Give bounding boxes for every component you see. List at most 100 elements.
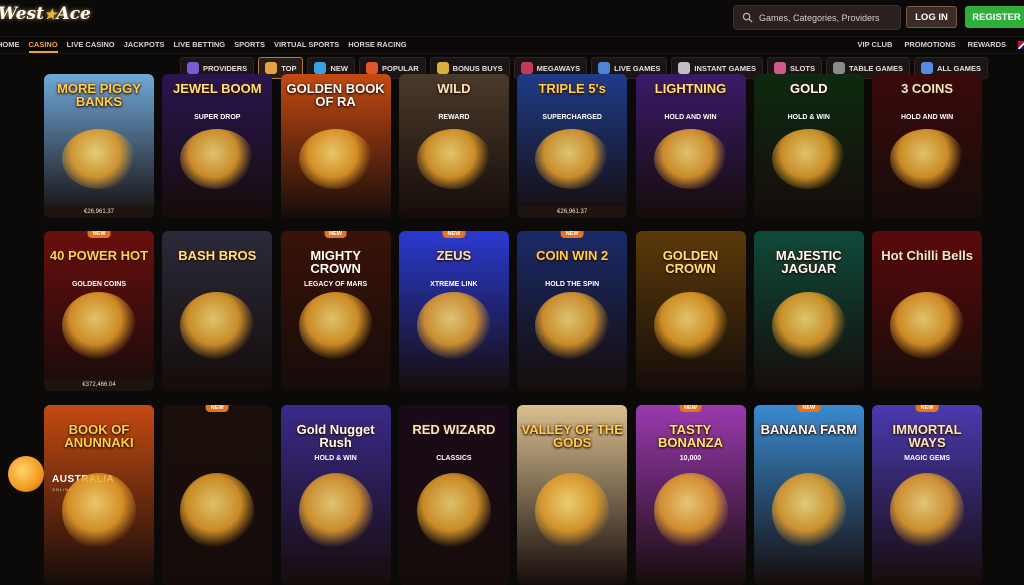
new-badge: NEW <box>797 405 821 412</box>
game-title: RED WIZARD <box>412 422 496 437</box>
game-art-image <box>298 291 373 359</box>
game-card[interactable]: NEW <box>162 405 273 585</box>
game-art-image <box>653 473 728 549</box>
nav-live-betting[interactable]: LIVE BETTING <box>173 40 225 53</box>
game-subtitle: HOLD AND WIN <box>900 114 954 121</box>
game-card[interactable]: BASH BROS <box>162 231 273 391</box>
game-card[interactable]: NEW COIN WIN 2 HOLD THE SPIN <box>517 231 628 391</box>
slots-icon <box>773 62 786 74</box>
popular-icon <box>365 62 378 74</box>
game-subtitle: CLASSICS <box>436 455 472 462</box>
game-subtitle: GOLDEN COINS <box>71 281 127 288</box>
game-title: BANANA FARM <box>760 422 857 437</box>
game-title: 3 COINS <box>901 81 954 96</box>
game-card[interactable]: NEW BANANA FARM <box>753 405 864 585</box>
nav-horse-racing[interactable]: HORSE RACING <box>348 40 406 53</box>
game-title: GOLDEN CROWN <box>662 248 719 276</box>
category-label: MEGAWAYS <box>536 63 581 73</box>
register-button[interactable]: REGISTER <box>965 6 1024 28</box>
new-badge: NEW <box>324 231 348 238</box>
game-card[interactable]: GOLDEN CROWN <box>635 231 746 391</box>
game-art-image <box>298 128 373 190</box>
game-card[interactable]: NEW 40 POWER HOT GOLDEN COINS €372,466.04 <box>44 231 154 391</box>
new-badge: NEW <box>560 231 584 238</box>
search-input[interactable] <box>759 12 899 23</box>
new-badge: NEW <box>205 405 229 412</box>
game-card[interactable]: NEW IMMORTAL WAYS MAGIC GEMS <box>872 405 983 585</box>
game-art-image <box>653 128 728 190</box>
game-title: GOLDEN BOOK OF RA <box>286 81 385 109</box>
game-card[interactable]: NEW ZEUS XTREME LINK <box>398 231 509 391</box>
game-art-image <box>771 291 846 359</box>
game-art-image <box>62 473 136 549</box>
nav-promotions[interactable]: PROMOTIONS <box>904 40 955 49</box>
jackpot-amount: €372,466.04 <box>44 379 154 391</box>
game-card[interactable]: VALLEY OF THE GODS <box>517 405 628 585</box>
game-title: TRIPLE 5's <box>538 81 606 96</box>
game-card[interactable]: MAJESTIC JAGUAR <box>753 231 864 391</box>
game-title: MIGHTY CROWN <box>310 248 361 276</box>
jackpot-amount: €26,961.37 <box>517 206 628 218</box>
logo-text-ace: Ace <box>56 4 91 24</box>
login-button[interactable]: LOG IN <box>906 6 957 28</box>
nav-virtual-sports[interactable]: VIRTUAL SPORTS <box>274 40 339 53</box>
game-subtitle: 10,000 <box>679 455 702 462</box>
game-subtitle: LEGACY OF MARS <box>303 281 368 288</box>
game-art-image <box>180 291 255 359</box>
game-card[interactable]: RED WIZARD CLASSICS <box>398 405 509 585</box>
nav-rewards[interactable]: REWARDS <box>968 40 1006 49</box>
category-label: NEW <box>330 63 348 73</box>
game-art-image <box>62 128 136 190</box>
search-box[interactable] <box>733 5 901 30</box>
game-title: IMMORTAL WAYS <box>892 422 962 450</box>
nav-jackpots[interactable]: JACKPOTS <box>124 40 165 53</box>
game-card[interactable]: JEWEL BOOM SUPER DROP <box>162 74 273 218</box>
game-subtitle: HOLD AND WIN <box>664 114 717 121</box>
game-title: BASH BROS <box>178 248 257 263</box>
category-label: PROVIDERS <box>203 63 248 73</box>
game-title: COIN WIN 2 <box>536 248 609 263</box>
nav-vip-club[interactable]: VIP CLUB <box>858 40 893 49</box>
game-card[interactable]: Hot Chilli Bells <box>872 231 983 391</box>
game-art-image <box>416 128 491 190</box>
game-card[interactable]: TRIPLE 5's SUPERCHARGED €26,961.37 <box>517 74 628 218</box>
site-logo[interactable]: West★Ace <box>0 4 91 24</box>
new-badge: NEW <box>87 231 111 238</box>
game-title: VALLEY OF THE GODS <box>521 422 623 450</box>
game-card[interactable]: NEW MIGHTY CROWN LEGACY OF MARS <box>280 231 391 391</box>
category-label: SLOTS <box>789 63 815 73</box>
category-label: TOP <box>281 63 297 73</box>
instant-games-icon <box>678 62 691 74</box>
game-card[interactable]: GOLD HOLD & WIN <box>753 74 864 218</box>
game-art-image <box>535 473 610 549</box>
game-title: TASTY BONANZA <box>658 422 723 450</box>
providers-icon <box>187 62 199 74</box>
megaways-icon <box>520 62 533 74</box>
nav-home[interactable]: HOME <box>0 40 20 53</box>
game-art-image <box>890 473 965 549</box>
game-card[interactable]: GOLDEN BOOK OF RA <box>280 74 391 218</box>
game-art-image <box>771 473 846 549</box>
game-card[interactable]: 3 COINS HOLD AND WIN <box>872 74 983 218</box>
nav-live-casino[interactable]: LIVE CASINO <box>67 40 115 53</box>
game-card[interactable]: MORE PIGGY BANKS €26,961.37 <box>44 74 154 218</box>
game-art-image <box>771 128 846 190</box>
game-card[interactable]: NEW TASTY BONANZA 10,000 <box>635 405 746 585</box>
game-card[interactable]: LIGHTNING HOLD AND WIN <box>635 74 746 218</box>
game-card[interactable]: Gold Nugget Rush HOLD & WIN <box>280 405 391 585</box>
watermark-circle-icon <box>8 456 44 492</box>
game-title: GOLD <box>790 81 828 96</box>
category-label: POPULAR <box>381 63 419 73</box>
game-title: Gold Nugget Rush <box>296 422 375 450</box>
nav-casino[interactable]: CASINO <box>28 40 58 53</box>
new-badge: NEW <box>679 405 702 412</box>
top-icon <box>265 62 278 74</box>
nav-sports[interactable]: SPORTS <box>234 40 265 53</box>
game-title: 40 POWER HOT <box>49 248 149 263</box>
game-art-image <box>535 291 610 359</box>
game-title: ZEUS <box>436 248 472 263</box>
game-art-image <box>416 473 491 549</box>
game-art-image <box>890 291 965 359</box>
game-card[interactable]: WILD REWARD <box>398 74 509 218</box>
language-flag-icon[interactable] <box>1018 40 1024 49</box>
